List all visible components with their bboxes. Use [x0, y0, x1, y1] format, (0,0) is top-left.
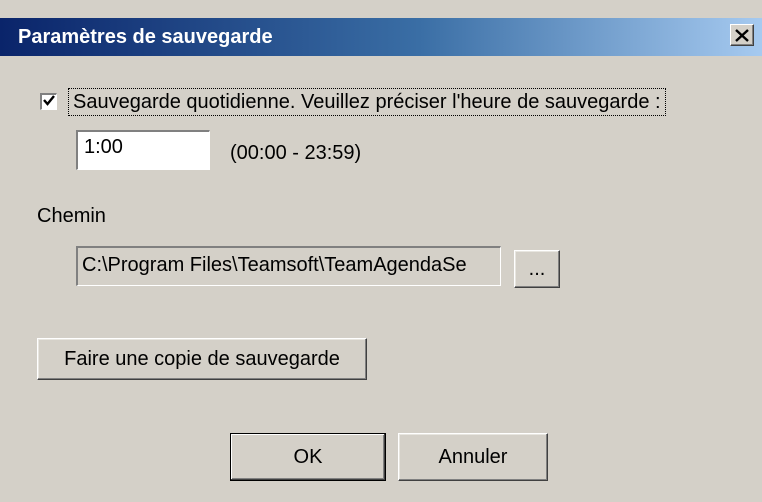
- time-range-hint: (00:00 - 23:59): [230, 142, 362, 164]
- cancel-button[interactable]: Annuler: [398, 433, 548, 481]
- checkmark-icon: [43, 93, 55, 111]
- title-bar[interactable]: Paramètres de sauvegarde: [0, 18, 762, 56]
- path-field[interactable]: C:\Program Files\Teamsoft\TeamAgendaSe: [76, 246, 501, 286]
- dialog-title: Paramètres de sauvegarde: [18, 26, 273, 48]
- close-icon: [735, 24, 749, 46]
- daily-backup-checkbox[interactable]: [40, 93, 57, 110]
- daily-backup-label[interactable]: Sauvegarde quotidienne. Veuillez précise…: [68, 88, 666, 116]
- backup-settings-dialog: Paramètres de sauvegarde Sauvegarde quot…: [0, 0, 762, 502]
- backup-now-button[interactable]: Faire une copie de sauvegarde: [37, 338, 367, 380]
- browse-button[interactable]: ...: [514, 250, 560, 288]
- backup-time-input[interactable]: 1:00: [76, 130, 210, 170]
- path-label: Chemin: [37, 205, 106, 227]
- ok-button[interactable]: OK: [230, 433, 386, 481]
- close-button[interactable]: [730, 24, 754, 46]
